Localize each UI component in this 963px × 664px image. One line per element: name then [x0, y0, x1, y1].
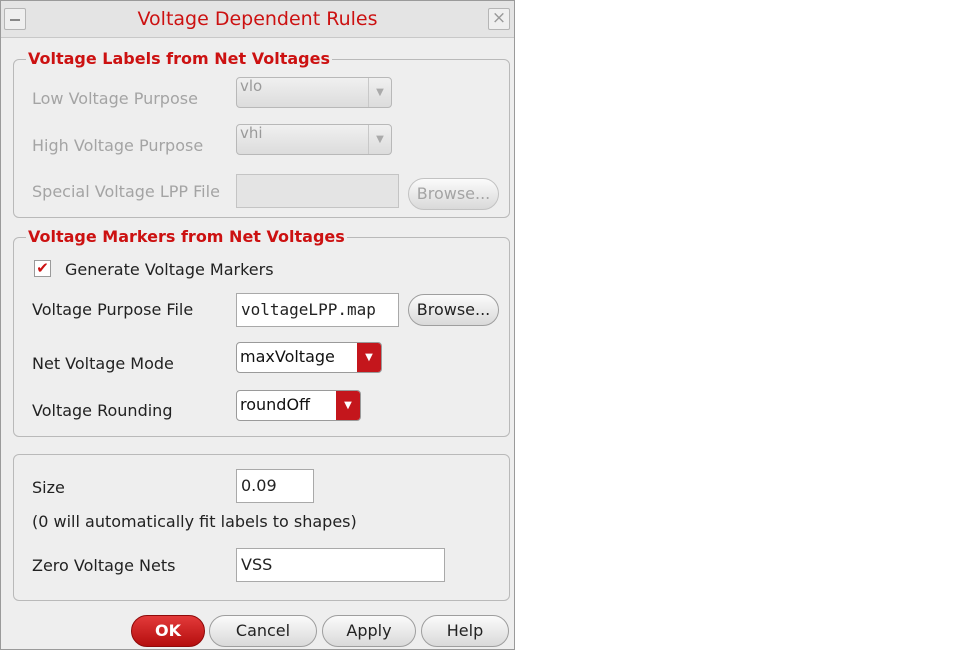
voltage-rounding-label: Voltage Rounding [32, 401, 173, 420]
voltage-markers-legend: Voltage Markers from Net Voltages [26, 227, 347, 246]
special-voltage-lpp-input[interactable] [236, 174, 399, 208]
zero-voltage-nets-label: Zero Voltage Nets [32, 556, 176, 575]
size-input[interactable]: 0.09 [236, 469, 314, 503]
voltage-rounding-select[interactable]: roundOff ▼ [236, 390, 361, 421]
size-note: (0 will automatically fit labels to shap… [32, 512, 357, 531]
apply-button[interactable]: Apply [322, 615, 416, 647]
high-voltage-purpose-select[interactable]: vhi ▼ [236, 124, 392, 155]
low-voltage-purpose-value: vlo [240, 77, 263, 95]
window-title: Voltage Dependent Rules [137, 8, 378, 30]
help-button[interactable]: Help [421, 615, 509, 647]
size-label: Size [32, 478, 65, 497]
voltage-markers-group: Voltage Markers from Net Voltages ✔ Gene… [13, 227, 510, 437]
chevron-down-icon: ▼ [368, 78, 391, 107]
zero-voltage-nets-input[interactable]: VSS [236, 548, 445, 582]
net-voltage-mode-select[interactable]: maxVoltage ▼ [236, 342, 382, 373]
high-voltage-purpose-label: High Voltage Purpose [32, 136, 204, 155]
net-voltage-mode-value: maxVoltage [240, 347, 335, 366]
size-group: Size 0.09 (0 will automatically fit labe… [13, 454, 510, 601]
high-voltage-purpose-value: vhi [240, 124, 263, 142]
net-voltage-mode-label: Net Voltage Mode [32, 354, 174, 373]
voltage-labels-group: Voltage Labels from Net Voltages Low Vol… [13, 49, 510, 218]
low-voltage-purpose-select[interactable]: vlo ▼ [236, 77, 392, 108]
voltage-purpose-file-input[interactable]: voltageLPP.map [236, 293, 399, 327]
voltage-purpose-file-label: Voltage Purpose File [32, 300, 194, 319]
title-bar[interactable]: Voltage Dependent Rules × [1, 1, 514, 38]
generate-markers-checkbox[interactable]: ✔ [34, 260, 51, 277]
low-voltage-purpose-label: Low Voltage Purpose [32, 89, 198, 108]
cancel-button[interactable]: Cancel [209, 615, 317, 647]
chevron-down-icon: ▼ [368, 125, 391, 154]
special-lpp-browse-button[interactable]: Browse... [408, 178, 499, 210]
chevron-down-icon: ▼ [357, 343, 381, 372]
close-icon[interactable]: × [488, 8, 510, 30]
generate-markers-label: Generate Voltage Markers [65, 260, 274, 279]
special-voltage-lpp-label: Special Voltage LPP File [32, 182, 220, 201]
chevron-down-icon: ▼ [336, 391, 360, 420]
voltage-purpose-browse-button[interactable]: Browse... [408, 294, 499, 326]
voltage-rounding-value: roundOff [240, 395, 311, 414]
voltage-dependent-rules-dialog: Voltage Dependent Rules × Voltage Labels… [0, 0, 515, 650]
ok-button[interactable]: OK [131, 615, 205, 647]
voltage-labels-legend: Voltage Labels from Net Voltages [26, 49, 332, 68]
